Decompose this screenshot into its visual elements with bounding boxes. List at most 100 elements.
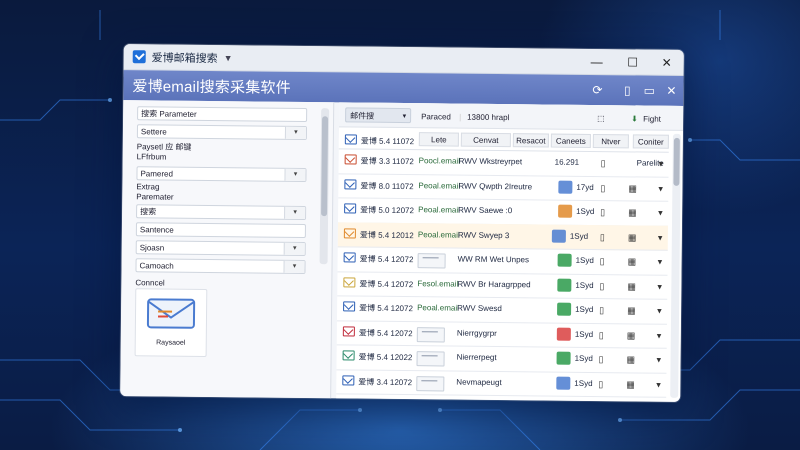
attachment-thumbnail[interactable]	[416, 326, 445, 342]
close-button[interactable]: ✕	[650, 50, 684, 75]
document-icon[interactable]: ▯	[599, 305, 611, 315]
grid-icon[interactable]: ▦	[628, 183, 640, 193]
chevron-down-icon[interactable]: ▾	[658, 232, 670, 242]
document-icon[interactable]: ▯	[600, 232, 612, 242]
status-icon[interactable]	[557, 253, 572, 267]
app-window: 爱博邮箱搜索 ▼ — ☐ ✕ 爱博email搜索采集软件 ⟳ ▯ ▭ ✕ 搜索 …	[120, 44, 684, 402]
status-icon[interactable]	[556, 327, 571, 341]
chevron-down-icon[interactable]: ▾	[657, 281, 669, 291]
status-icon[interactable]	[556, 351, 571, 365]
chevron-down-icon[interactable]: ▾	[284, 206, 306, 219]
chevron-down-icon[interactable]: ▾	[283, 260, 305, 273]
row-subject: RWV Swyep 3	[457, 230, 510, 240]
status-icon[interactable]	[551, 229, 566, 243]
document-icon[interactable]: ▯	[599, 281, 611, 291]
export-icon[interactable]: ⬚	[597, 114, 605, 123]
grid-icon[interactable]: ▦	[628, 207, 640, 217]
chevron-down-icon[interactable]: ▾	[657, 306, 669, 316]
window-tab-title[interactable]: 爱博邮箱搜索	[152, 49, 218, 66]
document-icon[interactable]: ▯	[601, 158, 613, 168]
chevron-down-icon[interactable]: ▾	[657, 330, 669, 340]
parameter-panel: 搜索 Parameter Settere ▾ Paysetl 应 邮键 LFfrb…	[120, 100, 335, 399]
mail-icon	[342, 350, 355, 361]
email-preview-card[interactable]: Raysaoel	[134, 288, 208, 357]
chevron-down-icon[interactable]: ▾	[658, 183, 670, 193]
scroll-thumb[interactable]	[673, 137, 680, 186]
document-icon[interactable]: ▯	[599, 354, 611, 364]
row-value: 1Syd	[574, 329, 594, 339]
attachment-thumbnail[interactable]	[416, 375, 445, 391]
grid-icon[interactable]: ▦	[627, 330, 639, 340]
row-value: 1Syd	[574, 353, 593, 364]
document-icon[interactable]: ▯	[600, 256, 612, 266]
status-icon[interactable]	[558, 180, 573, 194]
settings-select[interactable]: Settere ▾	[136, 124, 308, 140]
chevron-down-icon[interactable]: ▾	[403, 109, 407, 124]
chevron-down-icon[interactable]: ▾	[284, 168, 306, 181]
chevron-down-icon[interactable]: ▾	[658, 257, 670, 267]
refresh-icon[interactable]: ⟳	[589, 82, 605, 98]
field-value: Pamered	[140, 169, 174, 179]
scroll-thumb[interactable]	[321, 116, 329, 217]
grid-icon[interactable]: ▦	[627, 354, 639, 364]
status-icon[interactable]	[557, 302, 572, 316]
app-logo-icon	[132, 50, 146, 64]
grid-icon[interactable]: ▦	[628, 256, 640, 266]
camoach-select[interactable]: Camoach ▾	[135, 258, 306, 274]
maximize-button[interactable]: ☐	[616, 49, 650, 74]
status-icon[interactable]	[558, 204, 573, 218]
grid-icon[interactable]: ▦	[626, 379, 638, 389]
window-icon[interactable]: ▭	[641, 83, 657, 99]
attachment-thumbnail[interactable]	[416, 351, 445, 367]
document-icon[interactable]: ▯	[619, 82, 635, 98]
row-date: 爱博 8.0 11072	[360, 181, 414, 191]
row-subject: Nierrerpegt	[456, 352, 497, 362]
fight-button[interactable]: Fight	[643, 115, 661, 124]
row-date: 爱博 5.4 12012	[359, 230, 414, 240]
sentence-field[interactable]: Santence	[135, 222, 306, 238]
search-select[interactable]: 搜索 ▾	[136, 204, 307, 220]
chevron-down-icon[interactable]: ▾	[657, 355, 669, 365]
search-parameter-field[interactable]: 搜索 Parameter	[137, 106, 308, 123]
chevron-down-icon[interactable]: ▾	[284, 126, 307, 139]
row-subject: WW RM Wet Unpes	[457, 254, 530, 265]
row-date: 爱博 5.0 12072	[360, 205, 414, 216]
row-date: 爱博 5.4 12022	[358, 352, 413, 363]
mail-icon	[344, 154, 357, 165]
results-scrollbar[interactable]	[670, 133, 681, 398]
field-value: Camoach	[139, 261, 174, 271]
attachment-thumbnail[interactable]	[417, 253, 446, 269]
document-icon[interactable]: ▯	[600, 183, 612, 193]
chevron-down-icon[interactable]: ▾	[283, 242, 305, 255]
download-icon[interactable]: ⬇	[631, 114, 638, 123]
status-icon[interactable]	[556, 376, 571, 390]
chevron-down-icon[interactable]: ▼	[224, 53, 233, 63]
row-sender: Peoal.email	[418, 205, 460, 215]
grid-icon[interactable]: ▦	[627, 305, 639, 315]
chevron-down-icon[interactable]: ▾	[658, 208, 670, 218]
season-select[interactable]: Sjoasn ▾	[135, 240, 306, 256]
param-select[interactable]: Pamered ▾	[136, 166, 307, 182]
document-icon[interactable]: ▯	[600, 207, 612, 217]
document-icon[interactable]: ▯	[598, 379, 610, 389]
table-row[interactable]: 爱博 3.4 12072 Nevmapeugt 1Syd ▯ ▦ ▾	[336, 368, 668, 398]
grid-icon[interactable]: ▦	[627, 281, 639, 291]
document-icon[interactable]: ▯	[599, 330, 611, 340]
close-icon[interactable]: ✕	[663, 83, 679, 99]
row-subject: RWV Wkstreyrpet	[458, 156, 523, 167]
results-panel: 邮件搜 ▾ Paraced | 13800 hrapl ⬚ ⬇ Fight Let…	[336, 102, 684, 402]
mode-select[interactable]: 邮件搜 ▾	[345, 107, 412, 124]
row-date: 爱博 5.4 12072	[359, 254, 414, 265]
mail-icon	[343, 252, 356, 263]
row-sender: Poocl.email	[418, 156, 461, 166]
status-icon[interactable]	[557, 278, 572, 292]
row-subject: RWV Qwpth 2Ireutre	[458, 181, 533, 191]
left-scrollbar[interactable]	[319, 108, 330, 265]
field-label: Extrag Paremater	[136, 182, 174, 202]
grid-icon[interactable]: ▦	[628, 232, 640, 242]
chevron-down-icon[interactable]: ▾	[656, 379, 668, 389]
chevron-down-icon[interactable]: ▾	[659, 159, 671, 169]
toolbar-param-label: Paraced	[421, 112, 451, 122]
minimize-button[interactable]: —	[580, 49, 614, 74]
row-sender: Peoal.email	[417, 303, 459, 313]
